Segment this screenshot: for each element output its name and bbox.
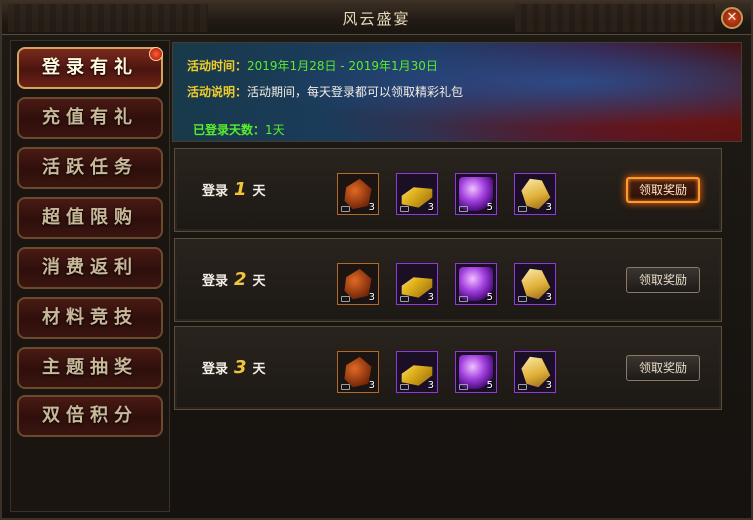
close-button[interactable]: ✕: [721, 7, 743, 29]
event-description: 活动说明：活动期间，每天登录都可以领取精彩礼包: [187, 85, 464, 99]
activity-window: 风云盛宴 ✕ 登录有礼 充值有礼 活跃任务 超值限购 消费返利 材料竞技 主题抽…: [0, 0, 753, 520]
claim-reward-button[interactable]: 领取奖励: [626, 355, 700, 381]
reward-item[interactable]: 3: [396, 263, 438, 305]
window-title: 风云盛宴: [342, 10, 411, 28]
nav-item-limited-deals[interactable]: 超值限购: [17, 197, 163, 239]
nav-item-theme-lottery[interactable]: 主题抽奖: [17, 347, 163, 389]
nav-item-spend-rebate[interactable]: 消费返利: [17, 247, 163, 289]
claim-reward-button[interactable]: 领取奖励: [626, 267, 700, 293]
close-icon: ✕: [726, 10, 738, 25]
lock-icon: [518, 206, 527, 212]
lock-icon: [400, 206, 409, 212]
nav-item-label: 材料竞技: [42, 307, 138, 328]
reward-item[interactable]: 3: [514, 173, 556, 215]
reward-item[interactable]: 3: [396, 173, 438, 215]
lock-icon: [518, 384, 527, 390]
nav-item-label: 消费返利: [42, 257, 138, 278]
reward-item[interactable]: 3: [337, 263, 379, 305]
reward-item[interactable]: 3: [396, 351, 438, 393]
nav-item-label: 登录有礼: [42, 57, 138, 78]
nav-item-label: 超值限购: [42, 207, 138, 228]
day-label: 登录 3 天: [202, 357, 266, 378]
reward-row-day-3: 登录 3 天 3 3 5 3 领取奖励: [174, 326, 722, 410]
reward-item[interactable]: 3: [514, 263, 556, 305]
nav-item-material-contest[interactable]: 材料竞技: [17, 297, 163, 339]
reward-item[interactable]: 3: [337, 351, 379, 393]
title-bar: 风云盛宴 ✕: [2, 2, 751, 35]
sidebar: 登录有礼 充值有礼 活跃任务 超值限购 消费返利 材料竞技 主题抽奖 双倍积分: [10, 40, 170, 512]
lock-icon: [459, 296, 468, 302]
lock-icon: [400, 296, 409, 302]
nav-item-active-tasks[interactable]: 活跃任务: [17, 147, 163, 189]
nav-item-label: 充值有礼: [42, 107, 138, 128]
nav-item-label: 双倍积分: [42, 405, 138, 426]
lock-icon: [341, 296, 350, 302]
event-time: 活动时间：2019年1月28日 - 2019年1月30日: [187, 59, 438, 73]
lock-icon: [459, 384, 468, 390]
nav-item-login-gift[interactable]: 登录有礼: [17, 47, 163, 89]
nav-item-double-points[interactable]: 双倍积分: [17, 395, 163, 437]
day-label: 登录 2 天: [202, 269, 266, 290]
reward-item[interactable]: 5: [455, 351, 497, 393]
reward-row-day-1: 登录 1 天 3 3 5 3 领取奖励: [174, 148, 722, 232]
lock-icon: [518, 296, 527, 302]
nav-item-recharge-gift[interactable]: 充值有礼: [17, 97, 163, 139]
reward-item[interactable]: 3: [337, 173, 379, 215]
reward-row-day-2: 登录 2 天 3 3 5 3 领取奖励: [174, 238, 722, 322]
reward-item[interactable]: 3: [514, 351, 556, 393]
claim-reward-button[interactable]: 领取奖励: [626, 177, 700, 203]
nav-item-label: 活跃任务: [42, 157, 138, 178]
lock-icon: [459, 206, 468, 212]
lock-icon: [400, 384, 409, 390]
lock-icon: [341, 384, 350, 390]
nav-item-label: 主题抽奖: [42, 357, 138, 378]
notification-dot: [149, 47, 163, 61]
event-banner: 活动时间：2019年1月28日 - 2019年1月30日 活动说明：活动期间，每…: [172, 42, 742, 142]
reward-item[interactable]: 5: [455, 263, 497, 305]
lock-icon: [341, 206, 350, 212]
logged-days: 已登录天数：1天: [193, 123, 285, 137]
day-label: 登录 1 天: [202, 179, 266, 200]
reward-item[interactable]: 5: [455, 173, 497, 215]
